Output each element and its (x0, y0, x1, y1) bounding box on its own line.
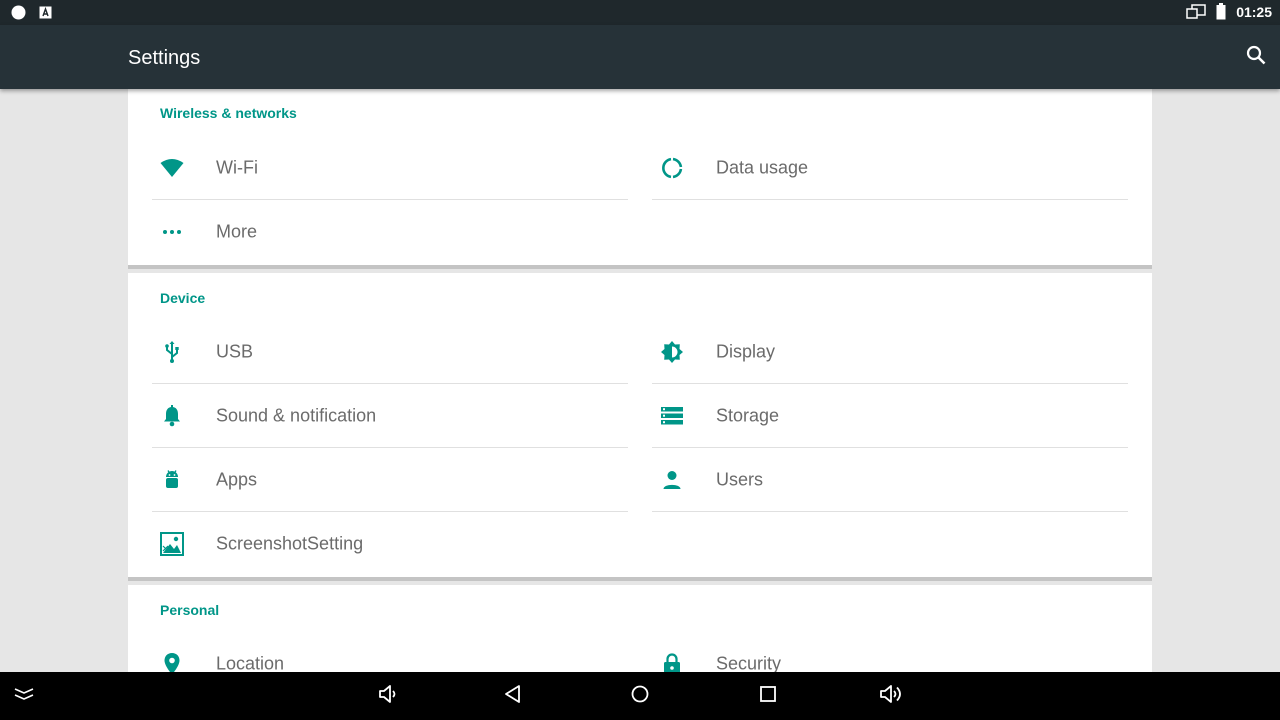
setting-item-sound-notification[interactable]: Sound & notification (152, 384, 628, 448)
system-tray: 01:25 (1186, 3, 1272, 20)
section-device: Device USB Display Sound & notification … (128, 273, 1152, 577)
setting-item-storage[interactable]: Storage (652, 384, 1128, 448)
settings-list[interactable]: Wireless & networks Wi-Fi Data usage Mor… (0, 89, 1280, 672)
app-bar: Settings (0, 25, 1280, 89)
setting-label: Users (716, 469, 764, 489)
setting-label: Storage (716, 405, 780, 425)
page-title: Settings (128, 47, 201, 69)
section-header-personal: Personal (160, 602, 220, 618)
setting-item-wifi[interactable]: Wi-Fi (152, 136, 628, 200)
volume-up-icon (879, 683, 905, 710)
more-dots-icon (160, 220, 184, 244)
brightness-icon (660, 340, 684, 364)
section-header-wireless: Wireless & networks (160, 105, 297, 121)
navigation-bar (0, 672, 1280, 720)
setting-label: USB (216, 341, 254, 361)
clock: 01:25 (1236, 3, 1272, 20)
setting-label: Security (716, 653, 782, 673)
collapse-button[interactable] (9, 682, 39, 710)
search-button[interactable] (1240, 41, 1272, 73)
setting-label: Display (716, 341, 776, 361)
collapse-icon (13, 687, 35, 706)
recents-icon (759, 685, 777, 708)
setting-item-more[interactable]: More (152, 200, 628, 264)
setting-label: Sound & notification (216, 405, 377, 425)
wifi-icon (160, 156, 184, 180)
setting-label: Wi-Fi (216, 157, 258, 177)
a-notification-icon (39, 6, 52, 19)
section-divider (128, 265, 1152, 273)
screenshot-icon (160, 532, 184, 556)
setting-item-display[interactable]: Display (652, 320, 1128, 384)
home-icon (630, 684, 650, 709)
back-icon (503, 684, 521, 709)
android-icon (160, 468, 184, 492)
setting-label: Data usage (716, 157, 809, 177)
section-personal: Personal Location Security (128, 585, 1152, 672)
circle-notification-icon (11, 5, 26, 20)
home-button[interactable] (625, 682, 655, 710)
location-icon (160, 652, 184, 672)
setting-item-data-usage[interactable]: Data usage (652, 136, 1128, 200)
setting-item-screenshot[interactable]: ScreenshotSetting (152, 512, 628, 576)
status-bar: 01:25 (0, 0, 1280, 25)
setting-item-location[interactable]: Location (152, 632, 628, 672)
bell-icon (160, 404, 184, 428)
section-header-device: Device (160, 290, 206, 306)
setting-label: Apps (216, 469, 258, 489)
notification-icons (11, 5, 52, 20)
lock-icon (660, 652, 684, 672)
setting-item-users[interactable]: Users (652, 448, 1128, 512)
setting-item-security[interactable]: Security (652, 632, 1128, 672)
setting-item-apps[interactable]: Apps (152, 448, 628, 512)
section-divider (128, 577, 1152, 585)
setting-label: Location (216, 653, 285, 673)
search-icon (1246, 45, 1266, 70)
volume-down-button[interactable] (374, 682, 404, 710)
usb-icon (160, 340, 184, 364)
back-button[interactable] (497, 682, 527, 710)
volume-down-icon (378, 683, 400, 710)
setting-label: ScreenshotSetting (216, 533, 364, 554)
setting-label: More (216, 221, 258, 242)
battery-icon (1216, 3, 1226, 20)
user-icon (660, 468, 684, 492)
section-wireless-networks: Wireless & networks Wi-Fi Data usage Mor… (128, 89, 1152, 265)
data-usage-icon (660, 156, 684, 180)
screen-cast-icon (1186, 3, 1206, 20)
volume-up-button[interactable] (877, 682, 907, 710)
recents-button[interactable] (753, 682, 783, 710)
storage-icon (660, 404, 684, 428)
setting-item-usb[interactable]: USB (152, 320, 628, 384)
